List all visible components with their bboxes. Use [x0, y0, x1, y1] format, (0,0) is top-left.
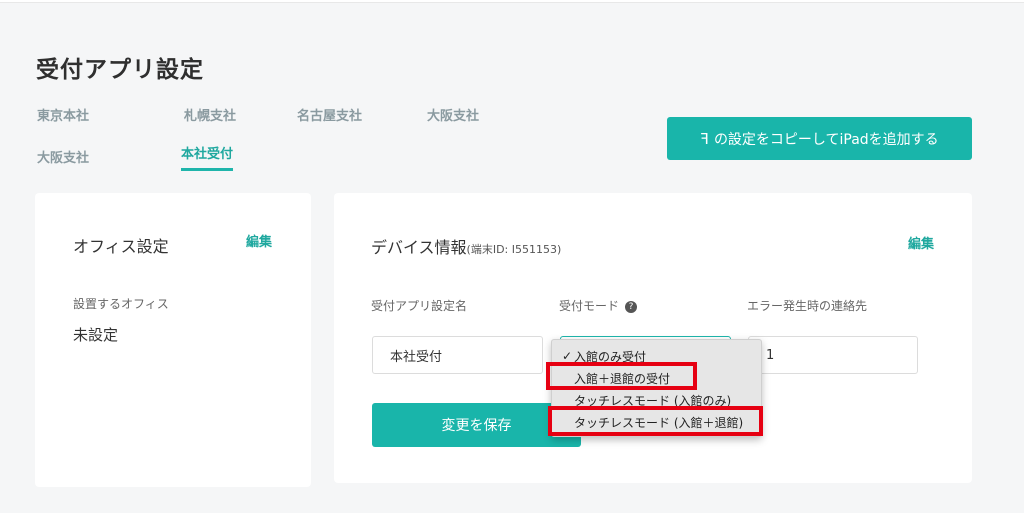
- installed-office-label: 設置するオフィス: [73, 297, 169, 311]
- tab-osaka-2[interactable]: 大阪支社: [37, 143, 89, 170]
- office-settings-card: オフィス設定 編集 設置するオフィス 未設定: [35, 193, 311, 487]
- tab-nagoya[interactable]: 名古屋支社: [297, 101, 362, 128]
- highlight-box-entry-exit: [546, 362, 697, 390]
- error-contact-input[interactable]: 1: [748, 336, 918, 374]
- device-edit-link[interactable]: 編集: [908, 233, 934, 252]
- top-border: [0, 0, 1024, 3]
- tab-tokyo-honsha[interactable]: 東京本社: [37, 101, 89, 128]
- device-info-title-text: デバイス情報: [371, 238, 467, 257]
- reception-mode-label-text: 受付モード: [559, 299, 620, 313]
- device-info-title: デバイス情報(端末ID: I551153): [371, 234, 561, 258]
- app-setting-name-input[interactable]: 本社受付: [372, 336, 543, 374]
- tab-osaka-1[interactable]: 大阪支社: [427, 101, 479, 128]
- checkmark-icon: ✓: [562, 349, 573, 363]
- copy-settings-add-ipad-button[interactable]: ꟻ の設定をコピーしてiPadを追加する: [667, 117, 972, 160]
- copy-button-label: の設定をコピーしてiPadを追加する: [713, 131, 939, 148]
- office-settings-title: オフィス設定: [73, 237, 169, 256]
- tab-honsha-uketsuke[interactable]: 本社受付: [181, 139, 234, 171]
- help-icon[interactable]: ?: [625, 301, 638, 313]
- error-contact-label: エラー発生時の連絡先: [747, 299, 868, 313]
- terminal-id: (端末ID: I551153): [466, 243, 562, 256]
- app-setting-name-label: 受付アプリ設定名: [371, 299, 468, 313]
- page-title: 受付アプリ設定: [36, 57, 204, 83]
- reception-mode-label: 受付モード?: [559, 297, 638, 314]
- copy-symbol-icon: ꟻ: [700, 129, 709, 148]
- office-edit-link[interactable]: 編集: [246, 231, 272, 250]
- highlight-box-touchless-entry-exit: [548, 406, 763, 436]
- installed-office-value: 未設定: [73, 326, 119, 344]
- tab-sapporo[interactable]: 札幌支社: [184, 101, 236, 128]
